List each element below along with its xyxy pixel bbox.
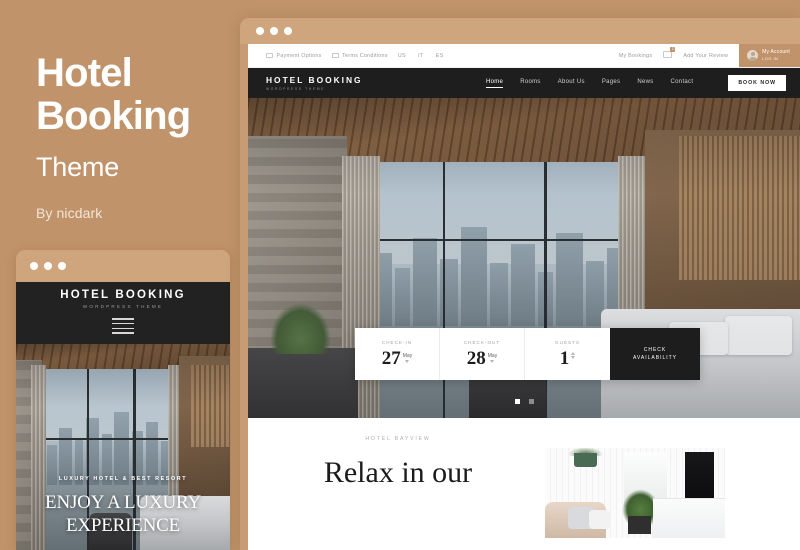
window-dot-minimize[interactable]: [270, 27, 278, 35]
promo-byline: By nicdark: [36, 205, 103, 222]
desktop-browser-chrome: [240, 18, 800, 44]
chevron-down-icon[interactable]: [490, 360, 495, 364]
check-availability-line-2: AVAILABILITY: [632, 355, 678, 361]
account-title: My Account: [762, 49, 790, 56]
mobile-hero: LUXURY HOTEL & BEST RESORT ENJOY A LUXUR…: [16, 344, 230, 550]
desktop-mockup: Payment Options Terms Conditions US IT E…: [240, 18, 800, 550]
my-bookings-link[interactable]: My Bookings: [619, 53, 653, 59]
chevron-up-icon[interactable]: [571, 352, 576, 356]
terms-conditions-link[interactable]: Terms Conditions: [331, 52, 388, 59]
nav-item-home[interactable]: Home: [485, 79, 504, 88]
slider-dot-1[interactable]: [514, 399, 520, 404]
booking-widget: CHECK-IN 27 May CHECK-OUT 28 May GUESTS …: [355, 328, 700, 380]
checkin-day: 27: [381, 348, 401, 370]
mobile-header: HOTEL BOOKING WORDPRESS THEME: [16, 282, 230, 344]
mobile-hero-kicker: LUXURY HOTEL & BEST RESORT: [58, 476, 188, 482]
mobile-browser-chrome: [16, 250, 230, 282]
content-text-block: HOTEL BAYVIEW Relax in our: [248, 436, 548, 491]
book-now-button[interactable]: BOOK NOW: [728, 75, 786, 91]
mobile-hero-text: LUXURY HOTEL & BEST RESORT ENJOY A LUXUR…: [16, 476, 230, 537]
window-dot-close[interactable]: [256, 27, 264, 35]
promo-title-line-2: Booking: [36, 94, 191, 139]
checkout-field[interactable]: CHECK-OUT 28 May: [440, 328, 525, 380]
slider-dots: [248, 399, 800, 404]
nav-item-about-us[interactable]: About Us: [558, 79, 585, 88]
mobile-logo-tagline: WORDPRESS THEME: [82, 303, 164, 309]
checkin-month: May: [402, 353, 413, 360]
mobile-hero-title-line-2: EXPERIENCE: [65, 515, 181, 537]
mail-icon[interactable]: 2: [663, 47, 676, 60]
document-check-icon: [331, 52, 339, 59]
guests-value: 1: [559, 348, 570, 370]
utility-bar-right: My Bookings 2 Add Your Review My Account…: [619, 44, 800, 67]
content-section: HOTEL BAYVIEW Relax in our: [248, 418, 800, 538]
booking-fields: CHECK-IN 27 May CHECK-OUT 28 May GUESTS …: [355, 328, 610, 380]
check-availability-button[interactable]: CHECK AVAILABILITY: [610, 328, 700, 380]
hero-slider: CHECK-IN 27 May CHECK-OUT 28 May GUESTS …: [248, 98, 800, 418]
mail-badge-count: 2: [670, 46, 676, 52]
mobile-hero-title-line-1: ENJOY A LUXURY: [45, 492, 201, 513]
payment-options-label: Payment Options: [276, 52, 322, 59]
chevron-down-icon[interactable]: [571, 356, 576, 360]
utility-bar: Payment Options Terms Conditions US IT E…: [248, 44, 800, 68]
checkin-field[interactable]: CHECK-IN 27 May: [355, 328, 440, 380]
content-heading: Relax in our: [323, 456, 473, 489]
window-dot-minimize[interactable]: [44, 262, 52, 270]
mobile-mockup: HOTEL BOOKING WORDPRESS THEME LUXURY HOT…: [16, 250, 230, 550]
site-logo[interactable]: HOTEL BOOKING WORDPRESS THEME: [266, 75, 363, 91]
nav-item-rooms[interactable]: Rooms: [520, 79, 541, 88]
checkin-label: CHECK-IN: [381, 340, 413, 346]
promo-title-line-1: Hotel: [36, 51, 133, 95]
avatar: [747, 50, 759, 61]
content-kicker: HOTEL BAYVIEW: [365, 436, 431, 442]
page-title: Hotel Booking: [36, 51, 240, 139]
content-photo: [545, 448, 725, 538]
language-es[interactable]: ES: [436, 53, 444, 59]
promo-subtitle: Theme: [36, 152, 120, 183]
checkout-month: May: [487, 353, 498, 360]
site-logo-title: HOTEL BOOKING: [266, 74, 363, 85]
window-dot-maximize[interactable]: [284, 27, 292, 35]
guests-field[interactable]: GUESTS 1: [525, 328, 610, 380]
card-icon: [266, 52, 273, 59]
add-review-link[interactable]: Add Your Review: [683, 53, 728, 59]
language-us[interactable]: US: [398, 53, 406, 59]
account-login-label: LOG IN: [762, 56, 779, 62]
main-navbar: HOTEL BOOKING WORDPRESS THEME Home Rooms…: [248, 68, 800, 98]
guests-stepper[interactable]: [571, 352, 576, 360]
nav-links: Home Rooms About Us Pages News Contact B…: [485, 75, 786, 91]
guests-label: GUESTS: [555, 340, 580, 346]
my-account-button[interactable]: My Account LOG IN: [739, 44, 800, 67]
utility-bar-left: Payment Options Terms Conditions US IT E…: [266, 53, 446, 59]
window-dot-maximize[interactable]: [58, 262, 66, 270]
check-availability-line-1: CHECK: [643, 346, 667, 353]
checkout-label: CHECK-OUT: [463, 340, 501, 346]
mobile-logo[interactable]: HOTEL BOOKING: [60, 289, 186, 301]
checkout-day: 28: [466, 348, 486, 370]
payment-options-link[interactable]: Payment Options: [266, 53, 322, 59]
mobile-screen: HOTEL BOOKING WORDPRESS THEME LUXURY HOT…: [16, 282, 230, 550]
language-it[interactable]: IT: [418, 53, 424, 59]
mobile-hero-title: ENJOY A LUXURY EXPERIENCE: [16, 491, 230, 537]
chevron-down-icon[interactable]: [405, 360, 410, 364]
site-logo-tagline: WORDPRESS THEME: [266, 87, 325, 91]
nav-item-pages[interactable]: Pages: [602, 79, 621, 88]
nav-item-contact[interactable]: Contact: [671, 79, 694, 88]
nav-item-news[interactable]: News: [637, 79, 653, 88]
window-dot-close[interactable]: [30, 262, 38, 270]
desktop-screen: Payment Options Terms Conditions US IT E…: [248, 44, 800, 550]
slider-dot-2[interactable]: [528, 399, 534, 404]
hamburger-icon[interactable]: [112, 317, 134, 337]
terms-conditions-label: Terms Conditions: [342, 52, 388, 59]
